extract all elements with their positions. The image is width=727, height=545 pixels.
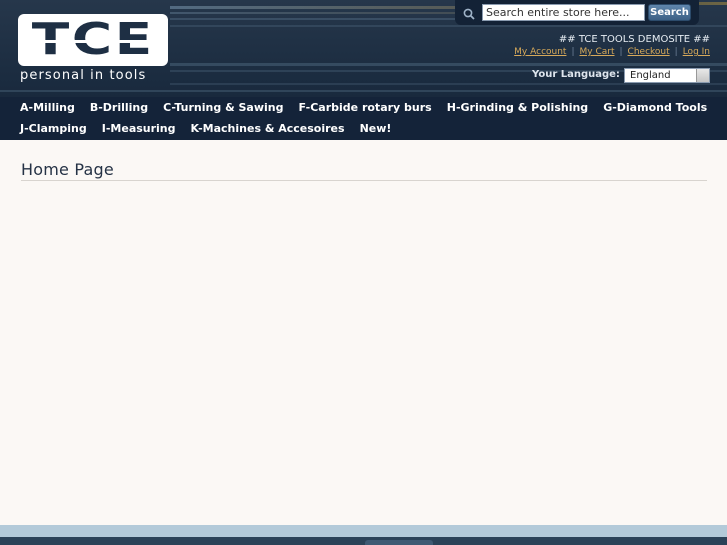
header-stripe <box>170 63 727 66</box>
link-separator: | <box>571 47 575 57</box>
header-stripe <box>170 6 455 9</box>
nav-item-new[interactable]: New! <box>352 122 399 136</box>
checkout-link[interactable]: Checkout <box>628 47 670 57</box>
link-separator: | <box>674 47 678 57</box>
header-stripe <box>0 90 727 92</box>
store-logo[interactable]: TCE personal in tools <box>18 14 168 84</box>
title-divider <box>21 180 707 181</box>
logo-tagline: personal in tools <box>20 68 147 83</box>
language-select[interactable]: England <box>624 68 710 83</box>
log-in-link[interactable]: Log In <box>683 47 710 57</box>
main-content: Home Page <box>0 140 727 525</box>
header-stripe <box>170 83 727 85</box>
account-links: My Account | My Cart | Checkout | Log In <box>514 47 710 57</box>
site-header: TCE personal in tools Search ## TCE TOOL… <box>0 0 727 140</box>
nav-item-clamping[interactable]: J-Clamping <box>0 122 94 136</box>
search-bar: Search <box>455 0 699 25</box>
nav-item-diamond-tools[interactable]: G-Diamond Tools <box>595 101 714 115</box>
search-icon <box>463 8 475 20</box>
my-cart-link[interactable]: My Cart <box>580 47 615 57</box>
search-button[interactable]: Search <box>648 4 691 21</box>
category-nav: A-Milling B-Drilling C-Turning & Sawing … <box>0 97 727 140</box>
footer-bottom <box>0 537 727 545</box>
nav-row: A-Milling B-Drilling C-Turning & Sawing … <box>0 101 714 115</box>
nav-item-grinding-polishing[interactable]: H-Grinding & Polishing <box>439 101 595 115</box>
footer-tab <box>365 540 433 545</box>
footer-bar <box>0 525 727 537</box>
language-label: Your Language: <box>532 69 620 80</box>
logo-divider <box>18 40 168 43</box>
header-stripe <box>170 18 455 20</box>
nav-item-carbide-rotary-burs[interactable]: F-Carbide rotary burs <box>290 101 438 115</box>
nav-item-turning-sawing[interactable]: C-Turning & Sawing <box>155 101 290 115</box>
language-selected-value: England <box>630 70 671 81</box>
nav-item-milling[interactable]: A-Milling <box>0 101 82 115</box>
welcome-message: ## TCE TOOLS DEMOSITE ## <box>558 34 710 45</box>
header-stripe <box>170 12 455 14</box>
header-stripe <box>170 25 727 27</box>
search-input[interactable] <box>482 4 645 21</box>
nav-row: J-Clamping I-Measuring K-Machines & Acce… <box>0 122 398 136</box>
page-title: Home Page <box>21 160 114 179</box>
nav-item-drilling[interactable]: B-Drilling <box>82 101 155 115</box>
my-account-link[interactable]: My Account <box>514 47 566 57</box>
nav-item-measuring[interactable]: I-Measuring <box>94 122 183 136</box>
dropdown-arrow-icon[interactable] <box>696 69 709 82</box>
link-separator: | <box>619 47 623 57</box>
nav-item-machines-accessories[interactable]: K-Machines & Accesoires <box>183 122 352 136</box>
